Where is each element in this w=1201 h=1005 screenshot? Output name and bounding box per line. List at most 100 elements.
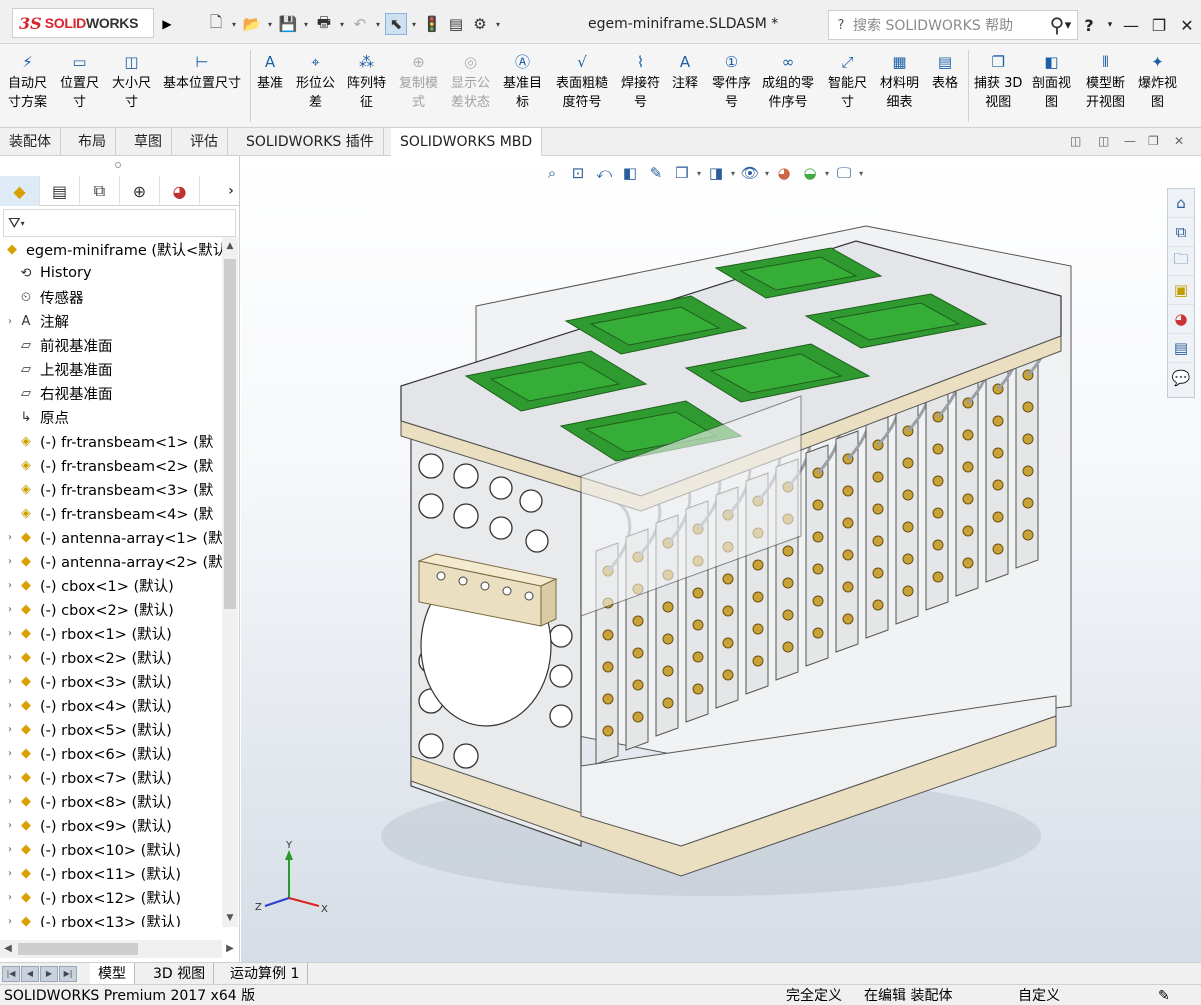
tree-node[interactable]: ▱ 前视基准面 <box>4 333 113 357</box>
file-explorer-icon[interactable]: 🗀 <box>1168 247 1194 276</box>
ribbon-button-21[interactable]: ✦ 爆炸视 图 <box>1138 50 1177 112</box>
tab-motion-study[interactable]: 运动算例 1 <box>222 963 309 985</box>
ribbon-button-18[interactable]: ❐ 捕获 3D 视图 <box>974 50 1022 112</box>
tree-node[interactable]: ▱ 右视基准面 <box>4 381 113 405</box>
tree-node[interactable]: › ◆ (-) rbox<12> (默认) <box>4 885 181 909</box>
expand-arrow-icon[interactable]: › <box>4 700 16 711</box>
tree-node[interactable]: › ◆ (-) cbox<2> (默认) <box>4 597 174 621</box>
scroll-left-icon[interactable]: ◀ <box>0 940 16 958</box>
tab-model[interactable]: 模型 <box>90 963 135 985</box>
save-dropdown[interactable]: ▾ <box>301 20 311 29</box>
help-icon[interactable]: ? <box>1075 16 1103 35</box>
viewport-minimize-icon[interactable]: — <box>1124 134 1136 148</box>
tree-root[interactable]: ◆ egem-miniframe (默认<默认 <box>2 237 222 261</box>
assembly-model-view[interactable]: Y X Z <box>241 156 1201 962</box>
ribbon-button-2[interactable]: ◫ 大小尺 寸 <box>112 50 151 112</box>
tree-node[interactable]: › ◆ (-) antenna-array<2> (默 <box>4 549 222 573</box>
tree-node[interactable]: › ◆ (-) rbox<9> (默认) <box>4 813 172 837</box>
ribbon-button-6[interactable]: ⁂ 阵列特 征 <box>347 50 386 112</box>
ribbon-button-16[interactable]: ▦ 材料明 细表 <box>880 50 919 112</box>
tree-node[interactable]: ◈ (-) fr-transbeam<2> (默 <box>4 453 213 477</box>
more-tabs-arrow-icon[interactable]: › <box>222 176 240 205</box>
expand-arrow-icon[interactable]: › <box>4 580 16 591</box>
tree-node[interactable]: ▱ 上视基准面 <box>4 357 113 381</box>
undo-icon[interactable]: ↶ <box>349 13 371 35</box>
panel-collapse-handle[interactable] <box>115 162 121 168</box>
close-button[interactable]: ✕ <box>1173 16 1201 35</box>
design-library-icon[interactable]: ⧉ <box>1168 218 1194 247</box>
expand-arrow-icon[interactable]: › <box>4 796 16 807</box>
viewport-restore-icon[interactable]: ❐ <box>1148 134 1159 148</box>
ribbon-button-10[interactable]: √ 表面粗糙 度符号 <box>556 50 608 112</box>
ribbon-button-1[interactable]: ▭ 位置尺 寸 <box>60 50 99 112</box>
view-palette-icon[interactable]: ▣ <box>1168 276 1194 305</box>
expand-arrow-icon[interactable]: › <box>4 652 16 663</box>
tab-assembly[interactable]: 装配体 <box>0 128 61 156</box>
expand-arrow-icon[interactable]: › <box>4 316 16 327</box>
tree-node[interactable]: › A 注解 <box>4 309 69 333</box>
configurationmanager-tab-icon[interactable]: ⧉ <box>80 176 120 206</box>
tab-addins[interactable]: SOLIDWORKS 插件 <box>237 128 384 156</box>
tree-horizontal-scrollbar[interactable]: ◀ ▶ <box>0 940 234 958</box>
ribbon-button-20[interactable]: ⫴ 模型断 开视图 <box>1086 50 1125 112</box>
forum-icon[interactable]: 💬 <box>1168 363 1194 392</box>
expand-arrow-icon[interactable]: › <box>4 892 16 903</box>
print-icon[interactable]: 🖶 <box>313 13 335 35</box>
custom-properties-icon[interactable]: ▤ <box>1168 334 1194 363</box>
viewport-tile-right-icon[interactable]: ◫ <box>1098 134 1109 148</box>
maximize-button[interactable]: ❐ <box>1145 16 1173 35</box>
ribbon-button-14[interactable]: ∞ 成组的零 件序号 <box>762 50 814 112</box>
ribbon-button-3[interactable]: ⊢ 基本位置尺寸 <box>163 50 241 93</box>
print-dropdown[interactable]: ▾ <box>337 20 347 29</box>
tree-node[interactable]: › ◆ (-) rbox<10> (默认) <box>4 837 181 861</box>
tab-layout[interactable]: 布局 <box>69 128 116 156</box>
file-properties-icon[interactable]: ▤ <box>445 13 467 35</box>
search-dropdown-icon[interactable]: ▾ <box>1061 18 1075 33</box>
help-dropdown-icon[interactable]: ▾ <box>1103 20 1117 30</box>
rebuild-icon[interactable]: 🚦 <box>421 13 443 35</box>
tree-node[interactable]: ⟲ History <box>4 261 92 285</box>
tree-node[interactable]: › ◆ (-) cbox<1> (默认) <box>4 573 174 597</box>
tree-filter-icon[interactable]: ⛛ ▾ <box>3 209 236 237</box>
expand-arrow-icon[interactable]: › <box>4 868 16 879</box>
dimxpertmanager-tab-icon[interactable]: ⊕ <box>120 176 160 206</box>
options-dropdown[interactable]: ▾ <box>493 20 503 29</box>
expand-arrow-icon[interactable]: › <box>4 628 16 639</box>
tab-evaluate[interactable]: 评估 <box>181 128 228 156</box>
scroll-thumb[interactable] <box>224 259 236 609</box>
select-icon[interactable]: ⬉ <box>385 13 407 35</box>
menu-expand-arrow-icon[interactable]: ▶ <box>160 12 174 36</box>
scroll-down-icon[interactable]: ▼ <box>222 909 238 927</box>
minimize-button[interactable]: — <box>1117 16 1145 35</box>
expand-arrow-icon[interactable]: › <box>4 748 16 759</box>
ribbon-button-12[interactable]: A 注释 <box>672 50 698 93</box>
tree-node[interactable]: ↳ 原点 <box>4 405 69 429</box>
ribbon-button-19[interactable]: ◧ 剖面视 图 <box>1032 50 1071 112</box>
expand-arrow-icon[interactable]: › <box>4 676 16 687</box>
new-dropdown[interactable]: ▾ <box>229 20 239 29</box>
tree-node[interactable]: › ◆ (-) rbox<1> (默认) <box>4 621 172 645</box>
tree-node[interactable]: › ◆ (-) rbox<13> (默认) <box>4 909 181 928</box>
ribbon-button-13[interactable]: ① 零件序 号 <box>712 50 751 112</box>
tree-node[interactable]: › ◆ (-) rbox<7> (默认) <box>4 765 172 789</box>
ribbon-button-9[interactable]: Ⓐ 基准目 标 <box>503 50 542 112</box>
scroll-right-icon[interactable]: ▶ <box>222 940 238 958</box>
ribbon-button-4[interactable]: A 基准 <box>257 50 283 93</box>
tab-sketch[interactable]: 草图 <box>125 128 172 156</box>
rebuild-status-icon[interactable]: ✎ <box>1158 986 1170 1005</box>
solidworks-resources-icon[interactable]: ⌂ <box>1168 189 1194 218</box>
tree-node[interactable]: › ◆ (-) rbox<4> (默认) <box>4 693 172 717</box>
featuremanager-tab-icon[interactable]: ◆ <box>0 176 40 206</box>
expand-arrow-icon[interactable]: › <box>4 532 16 543</box>
expand-arrow-icon[interactable]: › <box>4 916 16 927</box>
ribbon-button-7[interactable]: ⊕ 复制模 式 <box>399 50 438 112</box>
appearances-scenes-icon[interactable]: ◕ <box>1168 305 1194 334</box>
hscroll-thumb[interactable] <box>18 943 138 955</box>
new-icon[interactable]: 🗋 <box>205 13 227 35</box>
tree-node[interactable]: › ◆ (-) rbox<11> (默认) <box>4 861 181 885</box>
expand-arrow-icon[interactable]: › <box>4 772 16 783</box>
propertymanager-tab-icon[interactable]: ▤ <box>40 176 80 206</box>
options-icon[interactable]: ⚙ <box>469 13 491 35</box>
tree-vertical-scrollbar[interactable]: ▲ ▼ <box>222 237 238 927</box>
tree-node[interactable]: ⏲ 传感器 <box>4 285 84 309</box>
